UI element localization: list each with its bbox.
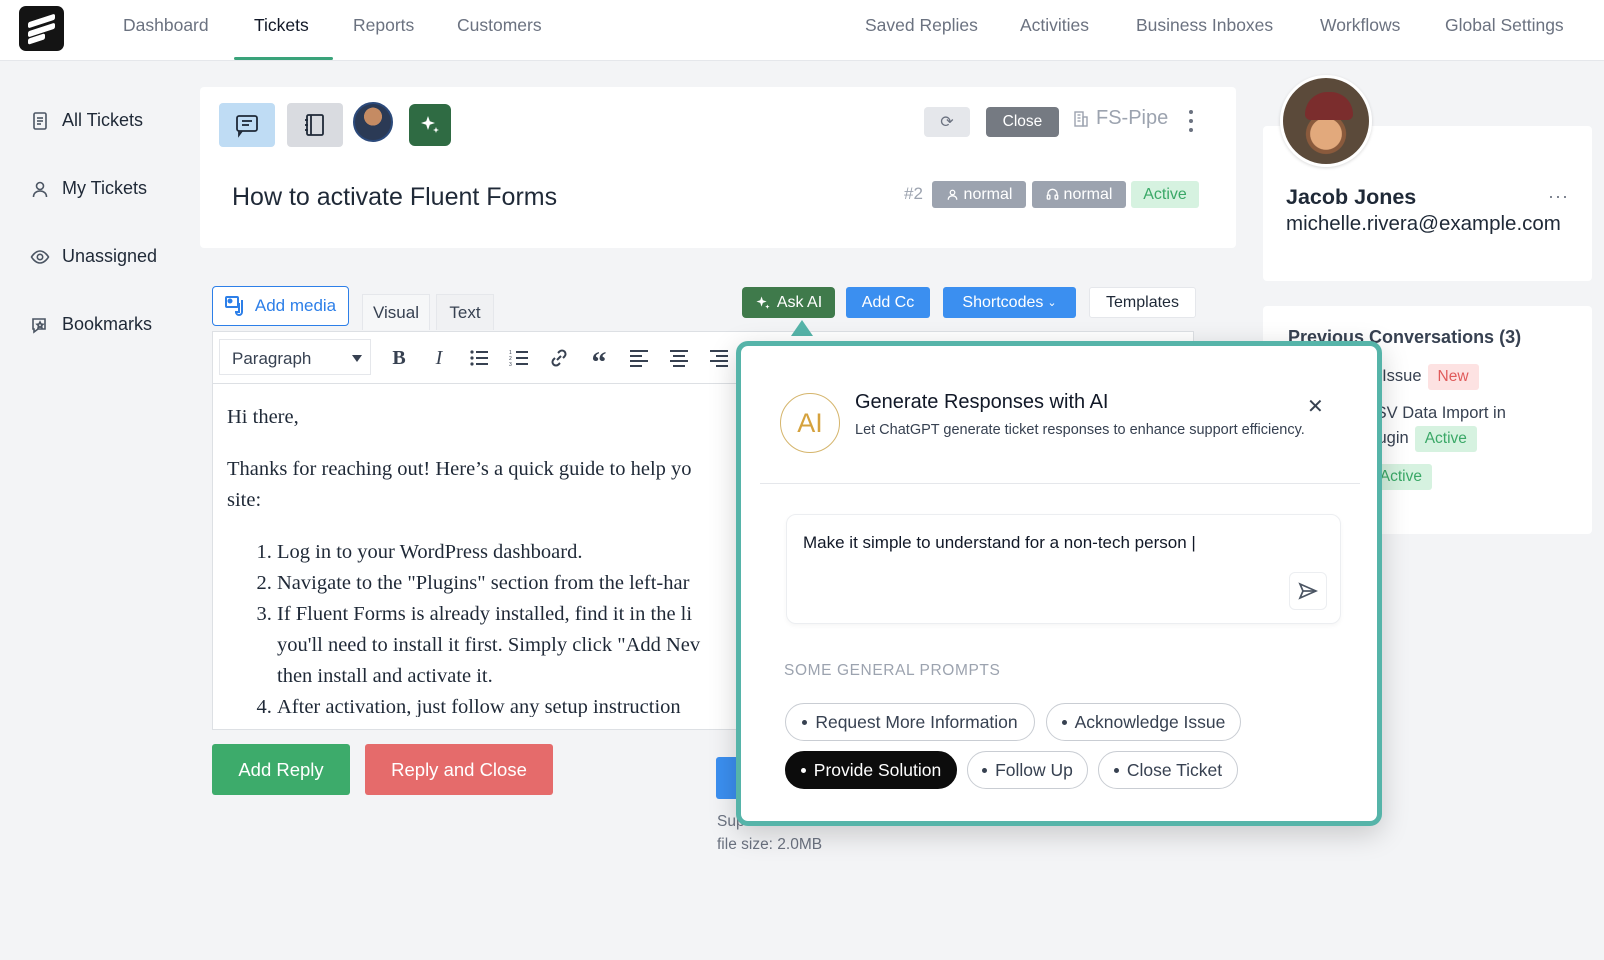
align-right-icon[interactable] xyxy=(707,346,731,370)
refresh-button[interactable]: ⟳ xyxy=(924,107,970,137)
upload-button-partial[interactable] xyxy=(716,757,736,799)
nav-reports[interactable]: Reports xyxy=(353,15,414,35)
building-icon xyxy=(1074,110,1088,127)
prompt-chip-provide-solution[interactable]: Provide Solution xyxy=(785,751,957,789)
ask-ai-button[interactable]: Ask AI xyxy=(742,287,835,318)
sidebar-item-label: Bookmarks xyxy=(62,314,153,334)
customer-avatar xyxy=(1280,75,1372,167)
nav-saved-replies[interactable]: Saved Replies xyxy=(865,15,978,35)
chat-icon xyxy=(236,115,258,138)
sidebar-item-label: All Tickets xyxy=(62,110,144,130)
send-icon xyxy=(1298,582,1318,600)
svg-text:3: 3 xyxy=(509,362,512,367)
align-center-icon[interactable] xyxy=(667,346,691,370)
prompt-chip-close-ticket[interactable]: Close Ticket xyxy=(1098,751,1238,789)
nav-tickets[interactable]: Tickets xyxy=(254,15,309,35)
ai-sparkle-button[interactable] xyxy=(409,104,451,146)
bullet-list-icon[interactable] xyxy=(467,346,491,370)
prompt-chip-acknowledge[interactable]: Acknowledge Issue xyxy=(1046,703,1241,741)
sidebar-item-label: My Tickets xyxy=(62,178,148,198)
divider xyxy=(760,483,1360,484)
headset-icon xyxy=(1046,188,1058,200)
conversation-view-button[interactable] xyxy=(219,103,275,147)
nav-dashboard[interactable]: Dashboard xyxy=(123,15,209,35)
blockquote-icon[interactable]: “ xyxy=(587,346,611,378)
agent-avatar[interactable] xyxy=(353,102,393,142)
eye-icon xyxy=(30,249,50,264)
nav-activities[interactable]: Activities xyxy=(1020,15,1089,35)
document-icon xyxy=(33,111,47,130)
top-navbar: Dashboard Tickets Reports Customers Save… xyxy=(0,0,1604,61)
bookmark-icon xyxy=(32,317,46,334)
prompt-chip-follow-up[interactable]: Follow Up xyxy=(967,751,1088,789)
ticket-number: #2 xyxy=(904,184,923,203)
link-icon[interactable] xyxy=(547,346,571,370)
ai-logo-icon: AI xyxy=(780,393,840,453)
customer-name: Jacob Jones xyxy=(1286,185,1417,209)
user-icon xyxy=(32,181,48,197)
sidebar-item-unassigned[interactable]: Unassigned xyxy=(30,246,157,267)
shortcodes-button[interactable]: Shortcodes ⌄ xyxy=(943,287,1076,318)
reply-and-close-button[interactable]: Reply and Close xyxy=(365,744,553,795)
nav-business-inboxes[interactable]: Business Inboxes xyxy=(1136,15,1273,35)
paragraph-format-select[interactable]: Paragraph xyxy=(219,339,371,375)
bold-icon[interactable]: B xyxy=(387,346,411,370)
add-reply-button[interactable]: Add Reply xyxy=(212,744,350,795)
prompts-label: SOME GENERAL PROMPTS xyxy=(784,662,1001,679)
sidebar-item-all-tickets[interactable]: All Tickets xyxy=(30,110,143,131)
sidebar-item-my-tickets[interactable]: My Tickets xyxy=(30,178,147,199)
active-tab-indicator xyxy=(234,57,333,60)
media-icon xyxy=(224,296,243,316)
support-priority-tag: normal xyxy=(1032,181,1126,208)
tab-visual[interactable]: Visual xyxy=(362,294,430,330)
app-logo[interactable] xyxy=(19,6,64,51)
sparkle-icon xyxy=(756,295,770,309)
ai-response-popover: AI Generate Responses with AI Let ChatGP… xyxy=(736,341,1382,826)
ai-prompt-value: Make it simple to understand for a non-t… xyxy=(803,533,1196,552)
status-badge: Active xyxy=(1414,426,1477,452)
mailbox-selector[interactable]: FS-Pipe xyxy=(1072,107,1168,130)
user-icon xyxy=(947,189,957,200)
sidebar-item-label: Unassigned xyxy=(62,246,158,266)
status-badge: Active xyxy=(1131,181,1199,208)
add-media-button[interactable]: Add media xyxy=(212,286,349,326)
caret-down-icon xyxy=(352,355,362,362)
intro-text-cont: site: xyxy=(227,489,262,511)
priority-tag: normal xyxy=(932,181,1026,208)
italic-icon[interactable]: I xyxy=(427,346,451,370)
profile-more-icon[interactable]: ··· xyxy=(1548,186,1569,207)
notebook-icon xyxy=(305,114,324,136)
chevron-down-icon: ⌄ xyxy=(1047,297,1057,309)
mailbox-name: FS-Pipe xyxy=(1096,107,1169,129)
templates-button[interactable]: Templates xyxy=(1089,287,1196,318)
numbered-list-icon[interactable]: 123 xyxy=(507,346,531,370)
nav-workflows[interactable]: Workflows xyxy=(1320,15,1400,35)
intro-text: Thanks for reaching out! Here’s a quick … xyxy=(227,458,692,480)
add-cc-button[interactable]: Add Cc xyxy=(846,287,930,318)
tab-text[interactable]: Text xyxy=(436,294,494,330)
ticket-title: How to activate Fluent Forms xyxy=(232,183,558,211)
status-badge: New xyxy=(1427,364,1479,390)
send-button[interactable] xyxy=(1289,572,1327,610)
nav-global-settings[interactable]: Global Settings xyxy=(1445,15,1564,35)
sidebar-item-bookmarks[interactable]: Bookmarks xyxy=(30,314,152,335)
close-icon[interactable]: ✕ xyxy=(1307,394,1324,419)
sparkle-icon xyxy=(421,116,439,133)
ai-popover-title: Generate Responses with AI xyxy=(855,391,1109,413)
customer-email: michelle.rivera@example.com xyxy=(1286,212,1561,235)
ai-popover-description: Let ChatGPT generate ticket responses to… xyxy=(855,422,1305,438)
more-options-icon[interactable] xyxy=(1188,110,1194,132)
prompt-chip-request-info[interactable]: Request More Information xyxy=(785,703,1035,741)
align-left-icon[interactable] xyxy=(627,346,651,370)
nav-customers[interactable]: Customers xyxy=(457,15,542,35)
close-ticket-button[interactable]: Close xyxy=(986,107,1059,137)
refresh-icon: ⟳ xyxy=(940,114,954,131)
ai-prompt-input[interactable]: Make it simple to understand for a non-t… xyxy=(786,514,1341,624)
notes-view-button[interactable] xyxy=(287,103,343,147)
popover-arrow xyxy=(791,320,813,336)
